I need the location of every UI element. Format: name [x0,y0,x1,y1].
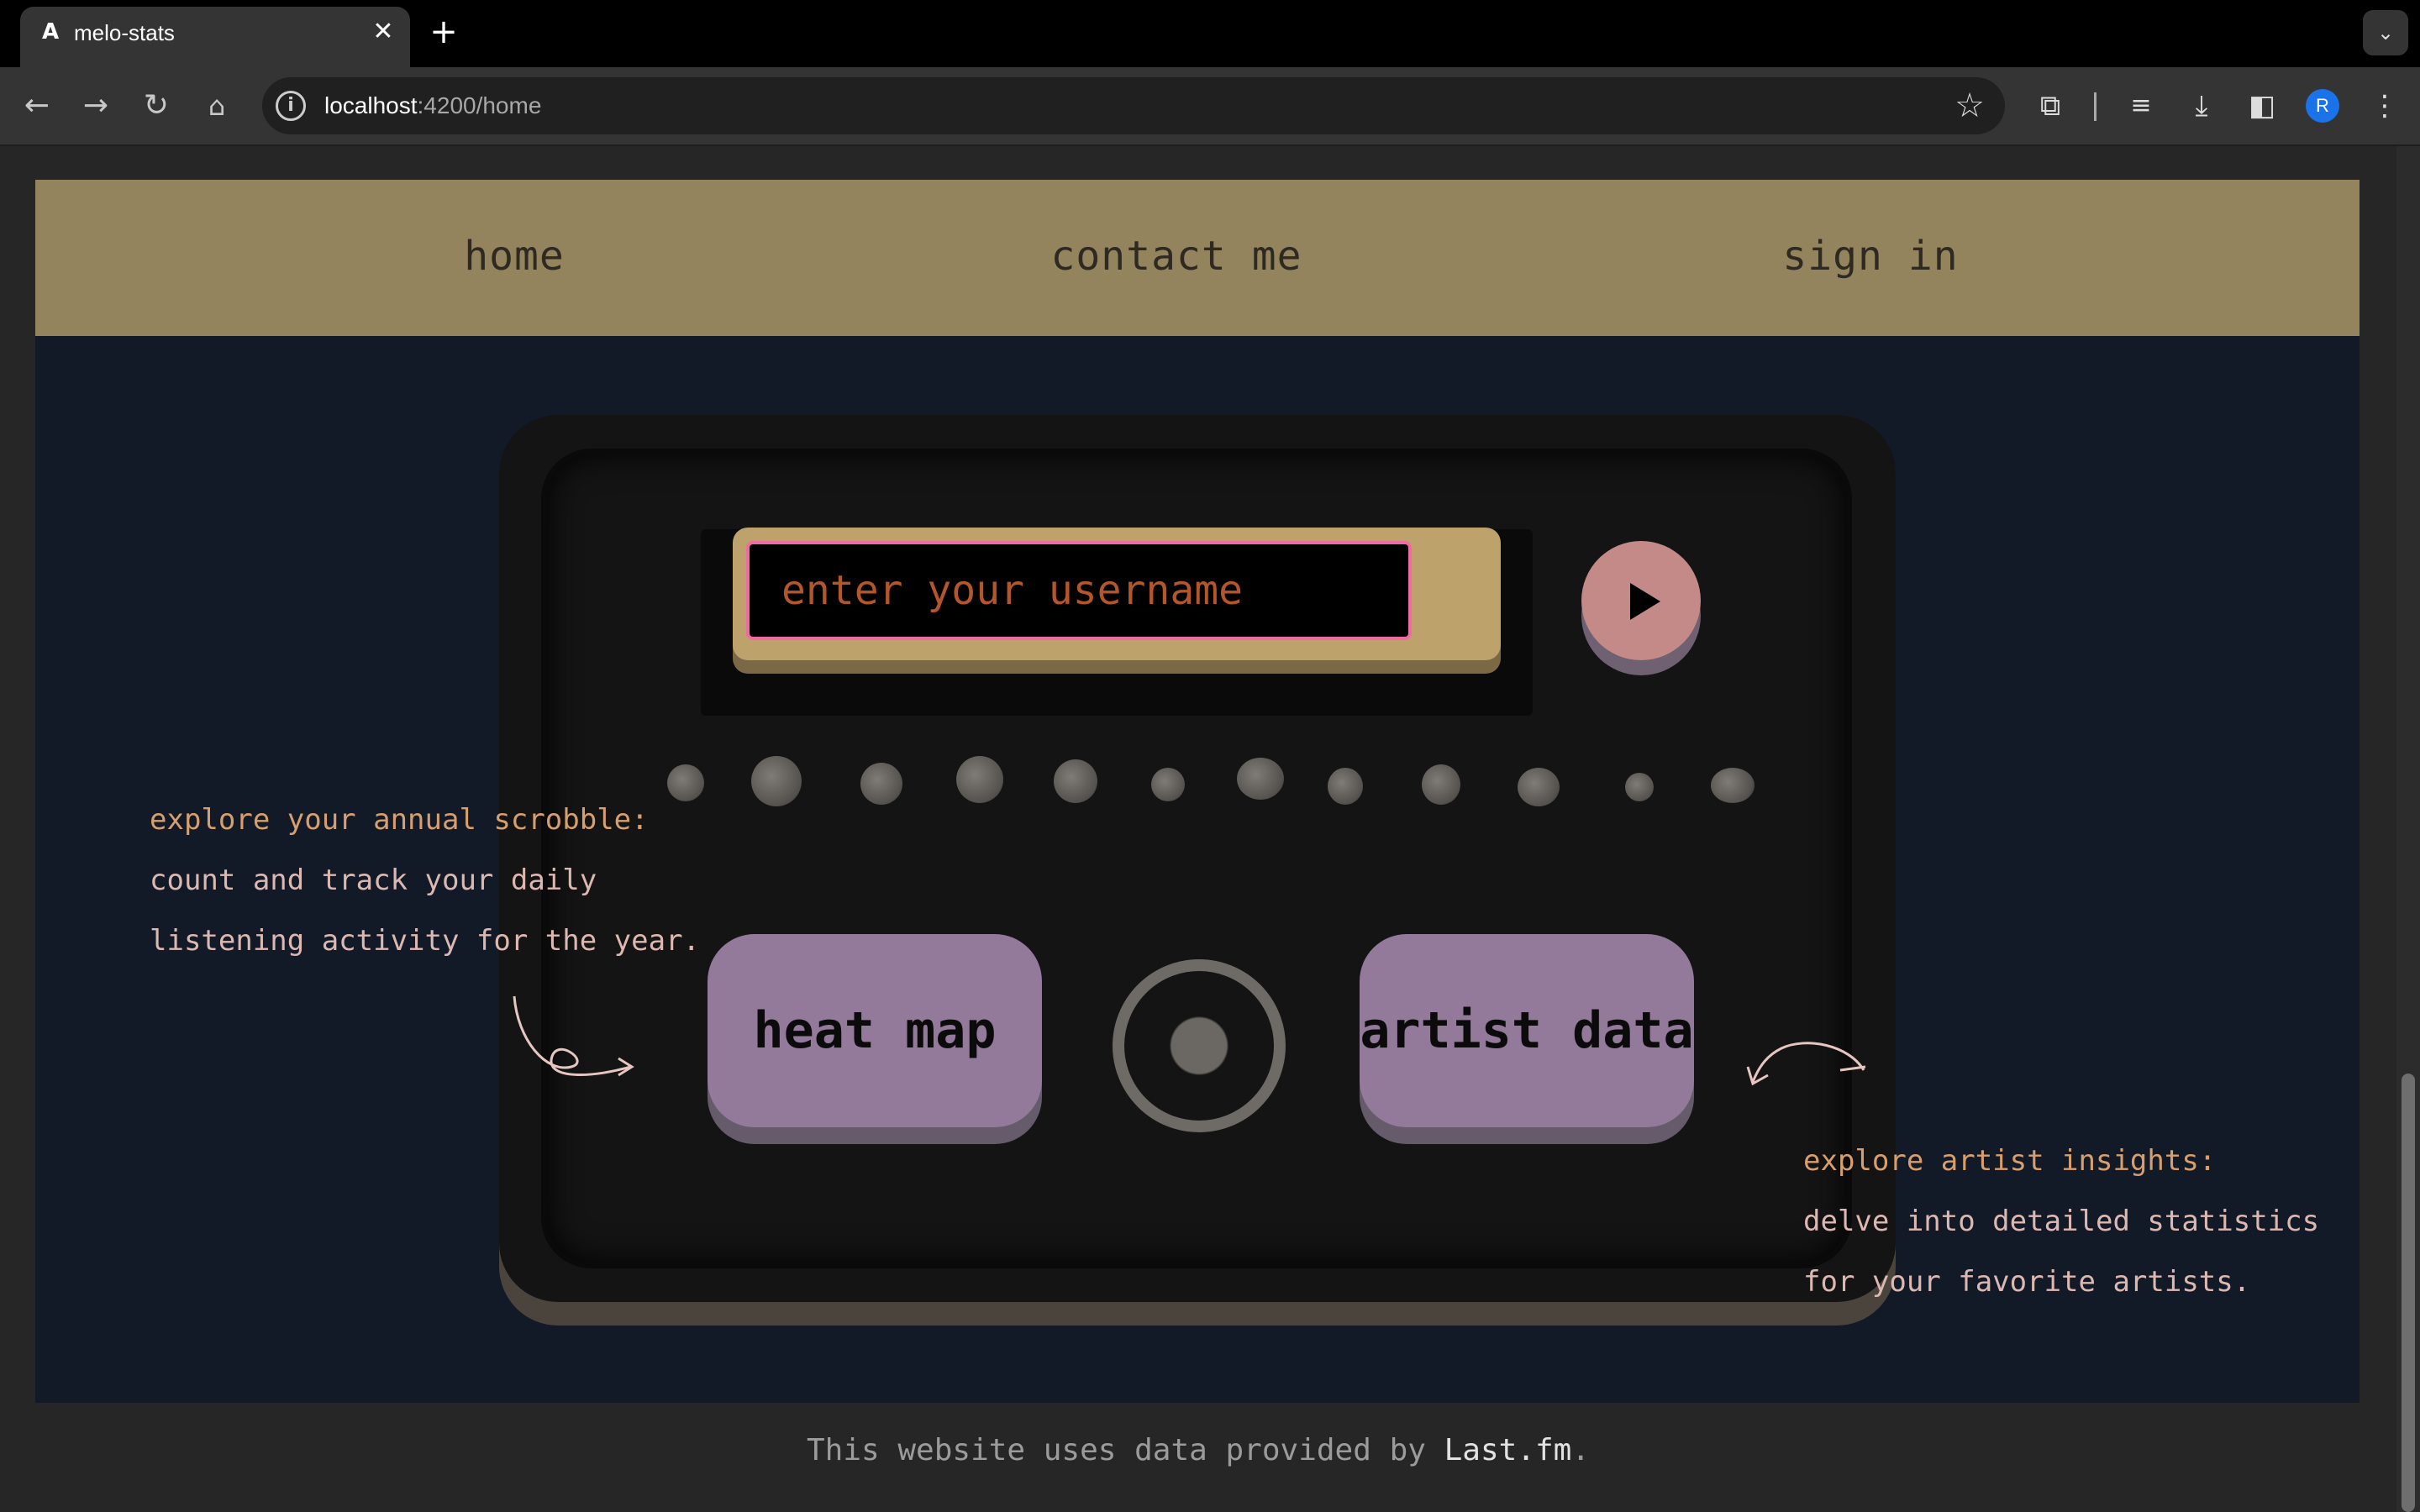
artist-note-line: delve into detailed statistics [1803,1205,2320,1238]
console-knob [1113,959,1286,1132]
footer-text: This website uses data provided by Last.… [0,1430,2396,1472]
lastfm-link[interactable]: Last.fm [1444,1433,1572,1467]
footer-period: . [1571,1433,1590,1467]
heatmap-note-line: count and track your daily [150,864,597,897]
nav-home-link[interactable]: home [388,227,640,286]
curved-arrow-icon [1746,1042,1866,1086]
url-path: :4200/home [417,92,542,118]
site-info-icon[interactable]: i [276,91,306,121]
nav-signin-link[interactable]: sign in [1744,227,1996,286]
side-panel-icon[interactable]: ◧ [2238,82,2286,129]
username-input[interactable] [746,541,1412,640]
artist-note-line: for your favorite artists. [1803,1265,2251,1299]
play-button[interactable] [1581,541,1701,660]
speaker-dot [667,764,704,801]
heat-map-button[interactable]: heat map [708,934,1042,1127]
speaker-dot [1711,768,1754,803]
tab-title: melo-stats [74,20,175,45]
heatmap-note-heading: explore your annual scrobble: [150,803,649,837]
speaker-dot [1518,768,1560,806]
speaker-dot [1328,768,1363,805]
back-icon[interactable]: ← [13,82,60,129]
close-icon[interactable]: ✕ [370,17,397,47]
media-control-icon[interactable]: ≡ [2118,82,2165,129]
speaker-dot [1237,758,1284,800]
url-text[interactable]: localhost:4200/home [324,89,541,123]
speaker-dot [751,756,802,806]
forward-icon[interactable]: → [72,82,119,129]
play-icon [1630,583,1660,620]
speaker-dot [1625,773,1654,801]
url-host: localhost [324,92,418,118]
speaker-dot [1054,759,1097,803]
profile-avatar[interactable]: R [2306,89,2339,123]
artist-data-button[interactable]: artist data [1360,934,1694,1127]
angular-logo-icon: A [41,19,60,45]
download-icon[interactable]: ⤓ [2178,82,2225,129]
speaker-dot [860,763,902,805]
new-tab-button[interactable]: + [427,15,460,49]
curly-arrow-icon [513,995,634,1077]
extensions-icon[interactable]: ⧉ [2027,82,2074,129]
tab-search-button[interactable]: ⌄ [2363,10,2408,55]
reload-icon[interactable]: ↻ [133,82,180,129]
bookmark-star-icon[interactable]: ☆ [1948,84,1991,128]
nav-contact-link[interactable]: contact me [1008,227,1344,286]
heatmap-note-line: listening activity for the year. [150,924,701,958]
speaker-dot [1151,768,1185,801]
home-icon[interactable]: ⌂ [193,82,240,129]
toolbar-divider [2094,92,2096,121]
speaker-dot [956,756,1003,803]
more-menu-icon[interactable]: ⋮ [2361,82,2408,129]
footer-attribution: This website uses data provided by [807,1433,1444,1467]
artist-note-heading: explore artist insights: [1803,1144,2217,1178]
speaker-dot [1422,764,1460,805]
music-console: heat map artist data [499,415,1896,1302]
scrollbar-thumb[interactable] [2402,1074,2415,1512]
